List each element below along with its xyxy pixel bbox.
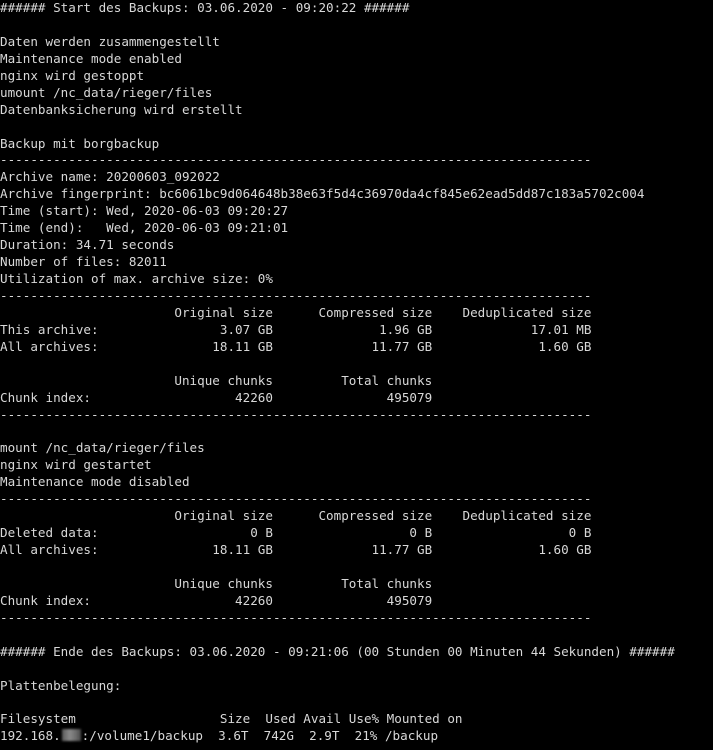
terminal-window[interactable]: ###### Start des Backups: 03.06.2020 - 0… xyxy=(0,0,713,750)
df-header: Filesystem Size Used Avail Use% Mounted … xyxy=(0,711,463,727)
backup-end-header: ###### Ende des Backups: 03.06.2020 - 09… xyxy=(0,643,675,659)
stats-row-all-archives: All archives: 18.11 GB 11.77 GB 1.60 GB xyxy=(0,338,592,354)
separator: ----------------------------------------… xyxy=(0,609,592,625)
backup-start-header: ###### Start des Backups: 03.06.2020 - 0… xyxy=(0,0,410,15)
number-of-files: Number of files: 82011 xyxy=(0,254,167,270)
archive-utilization: Utilization of max. archive size: 0% xyxy=(0,271,273,286)
archive-fingerprint: Archive fingerprint: bc6061bc9d064648b38… xyxy=(0,186,645,202)
backup-title: Backup mit borgbackup xyxy=(0,135,160,151)
df-row: 192.168. :/volume1/backup 3.6T 742G 2.9T … xyxy=(0,728,713,745)
archive-name: Archive name: 20200603_092022 xyxy=(0,169,220,185)
df-filesystem-prefix: 192.168. xyxy=(0,728,61,744)
step-line: Maintenance mode disabled xyxy=(0,474,190,490)
step-line: Datenbanksicherung wird erstellt xyxy=(0,101,243,117)
step-line: nginx wird gestartet xyxy=(0,457,152,473)
step-line: nginx wird gestoppt xyxy=(0,67,145,83)
time-start: Time (start): Wed, 2020-06-03 09:20:27 xyxy=(0,203,289,219)
disk-usage-title: Plattenbelegung: xyxy=(0,677,122,693)
stats-row-all-archives: All archives: 18.11 GB 11.77 GB 1.60 GB xyxy=(0,542,592,557)
stats-row-this-archive: This archive: 3.07 GB 1.96 GB 17.01 MB xyxy=(0,321,592,337)
separator: ----------------------------------------… xyxy=(0,406,592,422)
step-line: umount /nc_data/rieger/files xyxy=(0,84,213,100)
step-line: Daten werden zusammengestellt xyxy=(0,33,220,49)
chunks-header: Unique chunks Total chunks xyxy=(0,575,433,591)
stats-row-deleted-data: Deleted data: 0 B 0 B 0 B xyxy=(0,525,592,541)
chunks-row: Chunk index: 42260 495079 xyxy=(0,592,433,608)
step-line: mount /nc_data/rieger/files xyxy=(0,440,205,456)
df-row-values: :/volume1/backup 3.6T 742G 2.9T 21% /bac… xyxy=(81,728,439,744)
separator: ----------------------------------------… xyxy=(0,491,592,507)
stats-header: Original size Compressed size Deduplicat… xyxy=(0,508,592,524)
chunks-row: Chunk index: 42260 495079 xyxy=(0,389,433,405)
duration: Duration: 34.71 seconds xyxy=(0,237,175,253)
step-line: Maintenance mode enabled xyxy=(0,50,182,66)
chunks-header: Unique chunks Total chunks xyxy=(0,372,433,388)
redacted-ip-block xyxy=(61,729,81,742)
separator: ----------------------------------------… xyxy=(0,287,592,303)
time-end: Time (end): Wed, 2020-06-03 09:21:01 xyxy=(0,220,289,236)
stats-header: Original size Compressed size Deduplicat… xyxy=(0,304,592,320)
separator: ----------------------------------------… xyxy=(0,152,592,168)
cut-off-line: ... ... xyxy=(0,745,713,750)
